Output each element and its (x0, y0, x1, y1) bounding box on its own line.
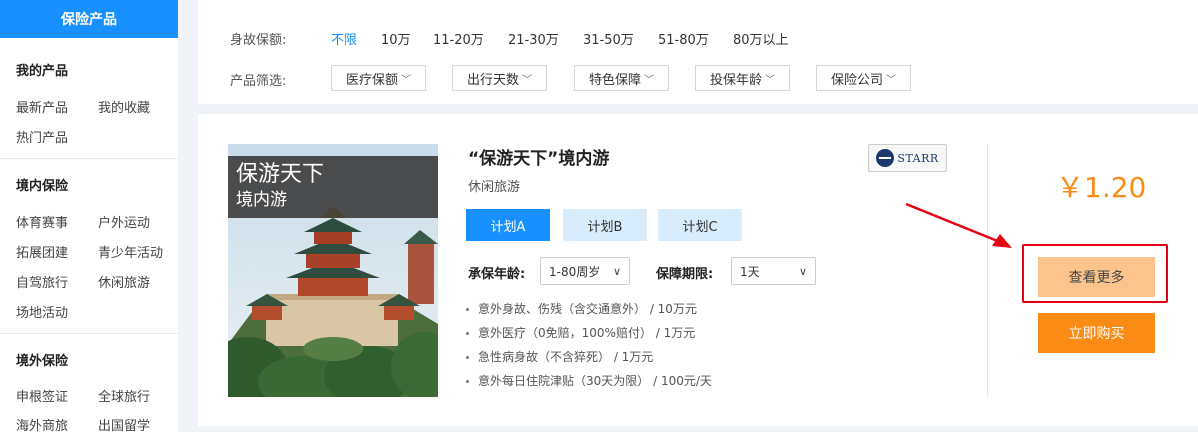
dropdown-insured-age[interactable]: 投保年龄 ﹀ (695, 65, 790, 91)
product-filter-label: 产品筛选: (230, 74, 287, 89)
coverage-period-value: 1天 (740, 264, 760, 279)
sidebar: 保险产品 我的产品 最新产品 我的收藏 热门产品 境内保险 体育赛事 户外运动 … (0, 0, 178, 432)
amount-option-11-20w[interactable]: 11-20万 (433, 29, 484, 48)
sidebar-divider (0, 333, 178, 334)
plan-tab-a[interactable]: 计划A (466, 209, 550, 241)
sidebar-item-youth[interactable]: 青少年活动 (98, 242, 163, 261)
sidebar-item-outdoor[interactable]: 户外运动 (98, 212, 150, 231)
bullet-icon (466, 308, 469, 311)
group-title-domestic: 境内保险 (16, 179, 69, 194)
dropdown-label: 特色保障 (588, 72, 641, 88)
coverage-period-select[interactable]: 1天 ∨ (731, 257, 816, 285)
bullet-icon (466, 380, 469, 383)
amount-option-31-50w[interactable]: 31-50万 (583, 29, 634, 48)
insured-age-value: 1-80周岁 (549, 264, 601, 279)
sidebar-item-leisure[interactable]: 休闲旅游 (98, 272, 150, 291)
benefit-item: 意外医疗（0免赔，100%赔付） / 1万元 (466, 324, 695, 341)
insured-age-label: 承保年龄: (468, 267, 526, 282)
product-price: ￥1.20 (1056, 171, 1147, 204)
sidebar-item-popular[interactable]: 热门产品 (16, 127, 68, 146)
dropdown-medical-amount[interactable]: 医疗保额 ﹀ (331, 65, 426, 91)
sidebar-item-study-abroad[interactable]: 出国留学 (98, 415, 150, 432)
sidebar-item-team-building[interactable]: 拓展团建 (16, 242, 68, 261)
view-more-button[interactable]: 查看更多 (1038, 257, 1155, 297)
product-card: 保游天下 境内游 “保游天下”境内游 休闲旅游 计划A 计划B 计划C 承保年龄… (198, 114, 1198, 426)
image-title-line2: 境内游 (236, 190, 287, 210)
dropdown-label: 投保年龄 (709, 72, 762, 88)
dropdown-label: 医疗保额 (345, 72, 398, 88)
product-image[interactable]: 保游天下 境内游 (228, 144, 438, 397)
amount-option-unlimited[interactable]: 不限 (331, 29, 357, 48)
group-title-overseas: 境外保险 (16, 354, 69, 369)
bullet-icon (466, 356, 469, 359)
product-title[interactable]: “保游天下”境内游 (468, 144, 609, 169)
chevron-down-icon: ∨ (612, 264, 621, 278)
amount-option-51-80w[interactable]: 51-80万 (658, 29, 709, 48)
benefit-text: 意外医疗（0免赔，100%赔付） / 1万元 (478, 326, 696, 340)
annotation-arrow-icon (905, 202, 1012, 248)
plan-tab-c[interactable]: 计划C (658, 209, 742, 241)
chevron-down-icon: ﹀ (765, 74, 775, 86)
dropdown-insurer[interactable]: 保险公司 ﹀ (816, 65, 911, 91)
chevron-down-icon: ﹀ (886, 74, 896, 86)
image-title-line1: 保游天下 (236, 162, 325, 187)
sidebar-item-self-drive[interactable]: 自驾旅行 (16, 272, 68, 291)
amount-option-21-30w[interactable]: 21-30万 (508, 29, 559, 48)
sidebar-item-global-travel[interactable]: 全球旅行 (98, 386, 150, 405)
benefit-text: 急性病身故（不含猝死） / 1万元 (478, 350, 654, 364)
insured-age-select[interactable]: 1-80周岁 ∨ (540, 257, 630, 285)
sidebar-header[interactable]: 保险产品 (0, 0, 178, 38)
benefit-item: 意外身故、伤残（含交通意外） / 10万元 (466, 300, 697, 317)
coverage-period-label: 保障期限: (656, 267, 714, 282)
bullet-icon (466, 332, 469, 335)
sidebar-item-schengen[interactable]: 申根签证 (16, 386, 68, 405)
insurer-logo-icon (876, 149, 895, 167)
benefit-text: 意外每日住院津贴（30天为限） / 100元/天 (478, 374, 712, 388)
dropdown-label: 保险公司 (830, 72, 883, 88)
chevron-down-icon: ﹀ (401, 74, 411, 86)
buy-now-button[interactable]: 立即购买 (1038, 313, 1155, 353)
sidebar-item-venue[interactable]: 场地活动 (16, 302, 68, 321)
plan-tab-b[interactable]: 计划B (563, 209, 647, 241)
sidebar-item-favorites[interactable]: 我的收藏 (98, 97, 150, 116)
chevron-down-icon: ∨ (798, 264, 807, 278)
dropdown-label: 出行天数 (466, 72, 519, 88)
insurer-logo: STARR (868, 144, 947, 172)
benefit-item: 急性病身故（不含猝死） / 1万元 (466, 348, 653, 365)
dropdown-special-coverage[interactable]: 特色保障 ﹀ (574, 65, 669, 91)
group-title-my-products: 我的产品 (16, 64, 69, 79)
sidebar-item-sports-events[interactable]: 体育赛事 (16, 212, 68, 231)
amount-option-80w-plus[interactable]: 80万以上 (733, 29, 789, 48)
chevron-down-icon: ﹀ (644, 74, 654, 86)
sidebar-item-overseas-business[interactable]: 海外商旅 (16, 415, 68, 432)
filter-panel: 身故保额: 不限 10万 11-20万 21-30万 31-50万 51-80万… (198, 0, 1198, 104)
sidebar-item-latest[interactable]: 最新产品 (16, 97, 68, 116)
sidebar-divider (0, 158, 178, 159)
dropdown-travel-days[interactable]: 出行天数 ﹀ (452, 65, 547, 91)
insurer-logo-text: STARR (897, 151, 939, 165)
amount-option-10w[interactable]: 10万 (381, 29, 411, 48)
benefit-item: 意外每日住院津贴（30天为限） / 100元/天 (466, 372, 712, 389)
image-title-banner: 保游天下 境内游 (228, 156, 438, 218)
amount-filter-label: 身故保额: (230, 33, 287, 48)
product-category: 休闲旅游 (468, 180, 521, 195)
vertical-divider (987, 144, 988, 397)
chevron-down-icon: ﹀ (522, 74, 532, 86)
benefit-text: 意外身故、伤残（含交通意外） / 10万元 (478, 302, 697, 316)
